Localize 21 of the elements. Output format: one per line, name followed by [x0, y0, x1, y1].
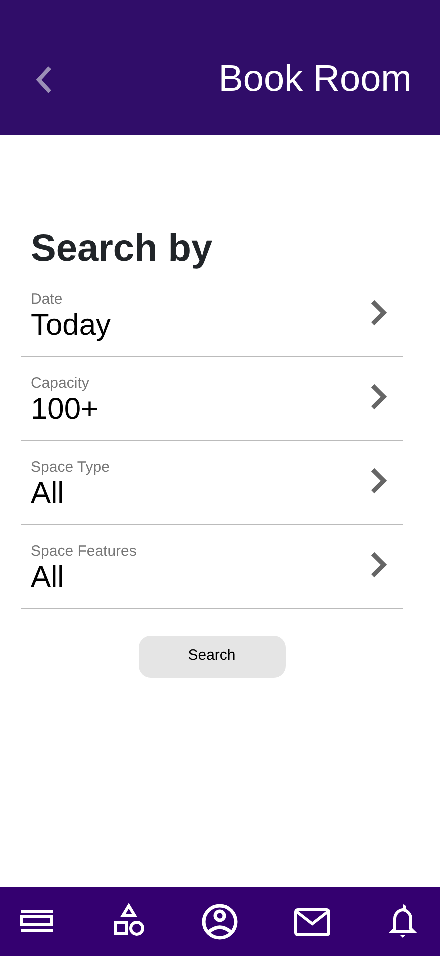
chevron-right-icon	[369, 382, 389, 412]
page-title: Book Room	[218, 57, 412, 102]
filter-row[interactable]: Date Today	[21, 290, 403, 357]
chevron-right-icon	[369, 466, 389, 496]
filter-label: Date	[31, 290, 64, 309]
section-heading: Search by	[31, 227, 214, 272]
filter-label: Space Type	[31, 458, 111, 477]
filter-row[interactable]: Space Type All	[21, 440, 403, 525]
profile-icon[interactable]	[201, 902, 239, 940]
filter-row[interactable]: Capacity 100+	[21, 356, 403, 441]
filter-row[interactable]: Space Features All	[21, 524, 403, 609]
filter-value: Today	[31, 308, 112, 342]
chevron-right-icon	[369, 298, 389, 328]
filter-value: All	[31, 560, 66, 594]
filter-value: All	[31, 476, 66, 510]
filter-label: Capacity	[31, 374, 90, 393]
filter-value: 100+	[31, 392, 100, 426]
search-button[interactable]: Search	[138, 636, 286, 678]
back-icon[interactable]	[34, 64, 54, 94]
filter-label: Space Features	[31, 542, 138, 561]
chevron-right-icon	[369, 550, 389, 580]
